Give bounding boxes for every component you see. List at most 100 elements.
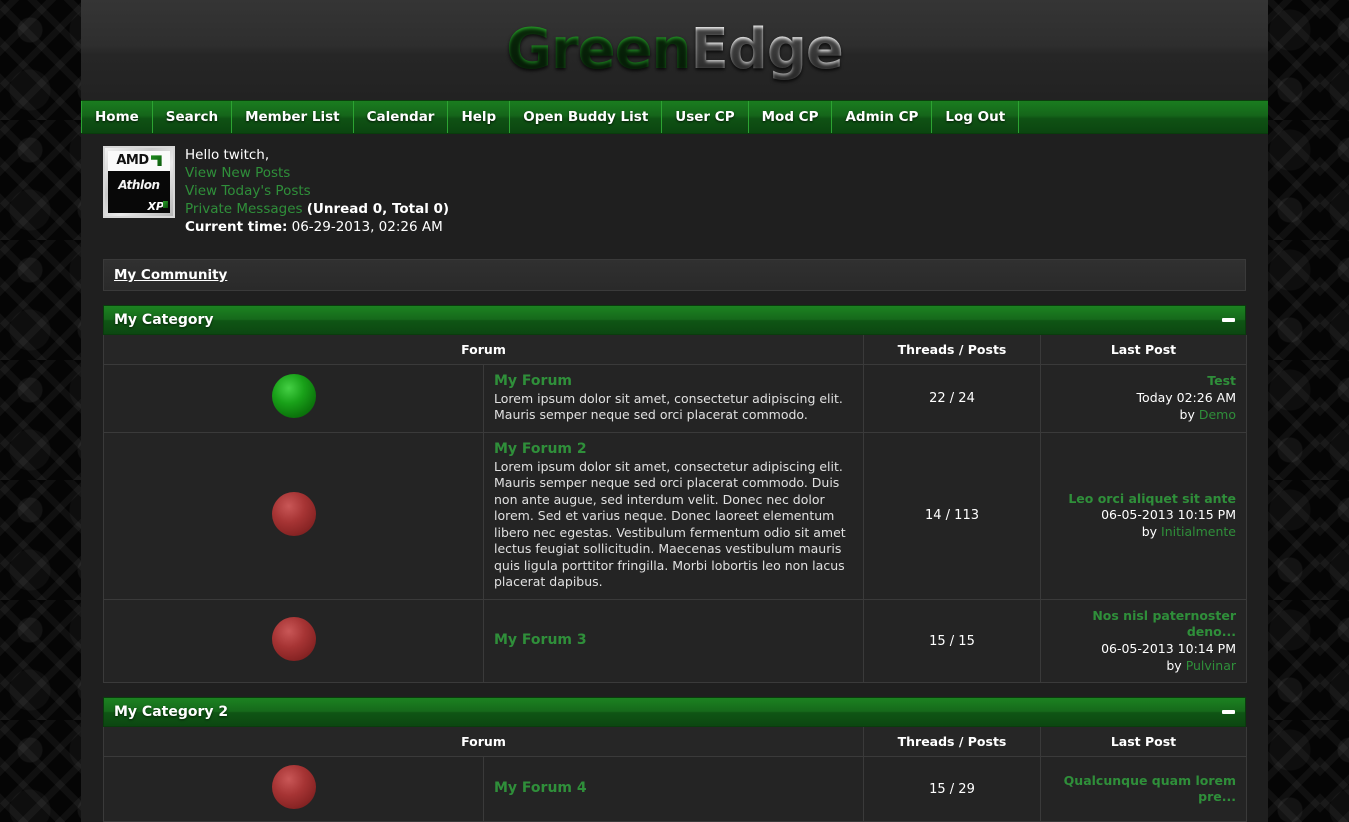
private-messages-link[interactable]: Private Messages — [185, 201, 303, 219]
forum-icon-read[interactable] — [271, 491, 316, 536]
last-post-by-label: by — [1179, 406, 1195, 422]
forum-row: My Forum Lorem ipsum dolor sit amet, cons… — [103, 363, 1247, 433]
forum-status-icon-cell — [103, 756, 484, 822]
last-post-title-link[interactable]: Test — [1051, 373, 1236, 390]
view-new-posts-link[interactable]: View New Posts — [185, 165, 290, 183]
collapse-category-button[interactable] — [1222, 317, 1235, 322]
column-header-threads-posts: Threads / Posts — [863, 334, 1041, 365]
nav-log-out[interactable]: Log Out — [932, 101, 1020, 133]
forum-link[interactable]: My Forum 3 — [494, 632, 587, 648]
last-post-author-row: by Initialmente — [1051, 524, 1236, 541]
breadcrumb-link-my-community[interactable]: My Community — [114, 267, 227, 283]
category-title: My Category — [114, 311, 214, 328]
view-todays-posts-link[interactable]: View Today's Posts — [185, 183, 311, 201]
forum-icon-new[interactable] — [271, 374, 316, 419]
forum-info-cell: My Forum 4 — [483, 756, 864, 822]
greeting-text: Hello twitch, — [185, 147, 270, 163]
threads-posts-cell: 22 / 24 — [863, 363, 1041, 433]
nav-calendar[interactable]: Calendar — [354, 101, 449, 133]
current-time-row: Current time: 06-29-2013, 02:26 AM — [185, 219, 449, 237]
view-new-posts-row: View New Posts — [185, 165, 449, 183]
private-messages-row: Private Messages (Unread 0, Total 0) — [185, 201, 449, 219]
column-header-forum: Forum — [103, 727, 864, 758]
current-time-value: 06-29-2013, 02:26 AM — [291, 218, 443, 235]
greeting-row: Hello twitch, — [185, 147, 449, 165]
forum-category: My Category Forum Threads / Posts Last Post… — [103, 304, 1247, 684]
nav-mod-cp[interactable]: Mod CP — [749, 101, 833, 133]
xp-wordmark: XP — [147, 199, 164, 213]
last-post-author-row: by Demo — [1051, 407, 1236, 424]
forum-row: My Forum 3 15 / 15 Nos nisl paternoster de… — [103, 598, 1247, 684]
view-todays-posts-row: View Today's Posts — [185, 183, 449, 201]
forum-info-cell: My Forum Lorem ipsum dolor sit amet, cons… — [483, 363, 864, 433]
nav-help[interactable]: Help — [448, 101, 511, 133]
nav-user-cp[interactable]: User CP — [662, 101, 749, 133]
forum-link[interactable]: My Forum 4 — [494, 780, 587, 796]
last-post-title-link[interactable]: Nos nisl paternoster deno... — [1051, 608, 1236, 641]
column-header-forum: Forum — [103, 334, 864, 365]
category-header: My Category 2 — [103, 697, 1246, 728]
nav-open-buddy-list[interactable]: Open Buddy List — [510, 101, 663, 133]
forum-link[interactable]: My Forum — [494, 373, 572, 389]
breadcrumb: My Community — [103, 258, 1246, 291]
last-post-date: 06-05-2013 10:15 PM — [1101, 507, 1236, 523]
logo-text-edge: Edge — [690, 17, 844, 82]
amd-arrow-icon — [150, 155, 162, 167]
column-header-threads-posts: Threads / Posts — [863, 727, 1041, 758]
threads-posts-cell: 14 / 113 — [863, 431, 1041, 600]
column-header-last-post: Last Post — [1040, 334, 1247, 365]
nav-home[interactable]: Home — [81, 101, 153, 133]
category-header: My Category — [103, 304, 1246, 335]
amd-wordmark: AMD — [116, 153, 149, 169]
last-post-author-row: by Pulvinar — [1051, 658, 1236, 675]
nav-filler — [1019, 101, 1268, 133]
forum-table-header-row: Forum Threads / Posts Last Post — [103, 334, 1247, 365]
forum-table: Forum Threads / Posts Last Post My Forum Lor… — [103, 334, 1247, 684]
collapse-category-button[interactable] — [1222, 710, 1235, 715]
forum-description: Lorem ipsum dolor sit amet, consectetur … — [494, 390, 843, 423]
forum-icon-read[interactable] — [271, 617, 316, 662]
welcome-panel: AMD Athlon XP Hello twitch, View New Pos… — [81, 134, 1268, 249]
last-post-author-link[interactable]: Initialmente — [1161, 524, 1236, 539]
threads-posts-cell: 15 / 29 — [863, 756, 1041, 822]
avatar[interactable]: AMD Athlon XP — [103, 146, 175, 218]
last-post-cell: Test Today 02:26 AM by Demo — [1040, 363, 1247, 433]
logo-text-green: Green — [506, 17, 691, 82]
threads-posts-cell: 15 / 15 — [863, 598, 1041, 684]
site-logo[interactable]: GreenEdge — [506, 22, 844, 78]
avatar-image-amd-athlon-xp: AMD Athlon XP — [108, 151, 170, 213]
forum-status-icon-cell — [103, 431, 484, 600]
category-title: My Category 2 — [114, 704, 229, 721]
forum-category: My Category 2 Forum Threads / Posts Last Po… — [103, 697, 1247, 822]
forum-table-header-row: Forum Threads / Posts Last Post — [103, 727, 1247, 758]
nav-member-list[interactable]: Member List — [232, 101, 354, 133]
page-container: GreenEdge Home Search Member List Calendar H… — [81, 0, 1268, 822]
last-post-date: 06-05-2013 10:14 PM — [1101, 641, 1236, 657]
last-post-author-link[interactable]: Demo — [1199, 407, 1236, 422]
private-messages-counts: (Unread 0, Total 0) — [306, 200, 450, 217]
last-post-by-label: by — [1141, 524, 1158, 540]
forum-category-list: My Category Forum Threads / Posts Last Post… — [81, 304, 1268, 822]
forum-icon-read[interactable] — [271, 765, 316, 810]
avatar-xp-band: XP — [108, 199, 170, 213]
forum-row: My Forum 4 15 / 29 Qualcunque quam lorem p… — [103, 756, 1247, 822]
last-post-title-link[interactable]: Leo orci aliquet sit ante — [1051, 491, 1236, 508]
last-post-cell: Leo orci aliquet sit ante 06-05-2013 10:1… — [1040, 431, 1247, 600]
welcome-text-block: Hello twitch, View New Posts View Today'… — [185, 146, 449, 237]
last-post-title-link[interactable]: Qualcunque quam lorem pre... — [1051, 773, 1236, 806]
nav-search[interactable]: Search — [153, 101, 233, 133]
nav-admin-cp[interactable]: Admin CP — [832, 101, 933, 133]
last-post-cell: Qualcunque quam lorem pre... — [1040, 756, 1247, 822]
forum-status-icon-cell — [103, 363, 484, 433]
forum-description: Lorem ipsum dolor sit amet, consectetur … — [494, 458, 846, 590]
forum-status-icon-cell — [103, 598, 484, 684]
avatar-athlon-band: Athlon — [108, 170, 170, 200]
athlon-wordmark: Athlon — [118, 178, 160, 193]
avatar-amd-band: AMD — [108, 151, 170, 171]
last-post-cell: Nos nisl paternoster deno... 06-05-2013 1… — [1040, 598, 1247, 684]
forum-link[interactable]: My Forum 2 — [494, 441, 587, 457]
forum-table: Forum Threads / Posts Last Post My Forum 4 1… — [103, 727, 1247, 822]
forum-row: My Forum 2 Lorem ipsum dolor sit amet, co… — [103, 431, 1247, 600]
last-post-date: Today 02:26 AM — [1136, 389, 1236, 405]
forum-info-cell: My Forum 2 Lorem ipsum dolor sit amet, co… — [483, 431, 864, 600]
